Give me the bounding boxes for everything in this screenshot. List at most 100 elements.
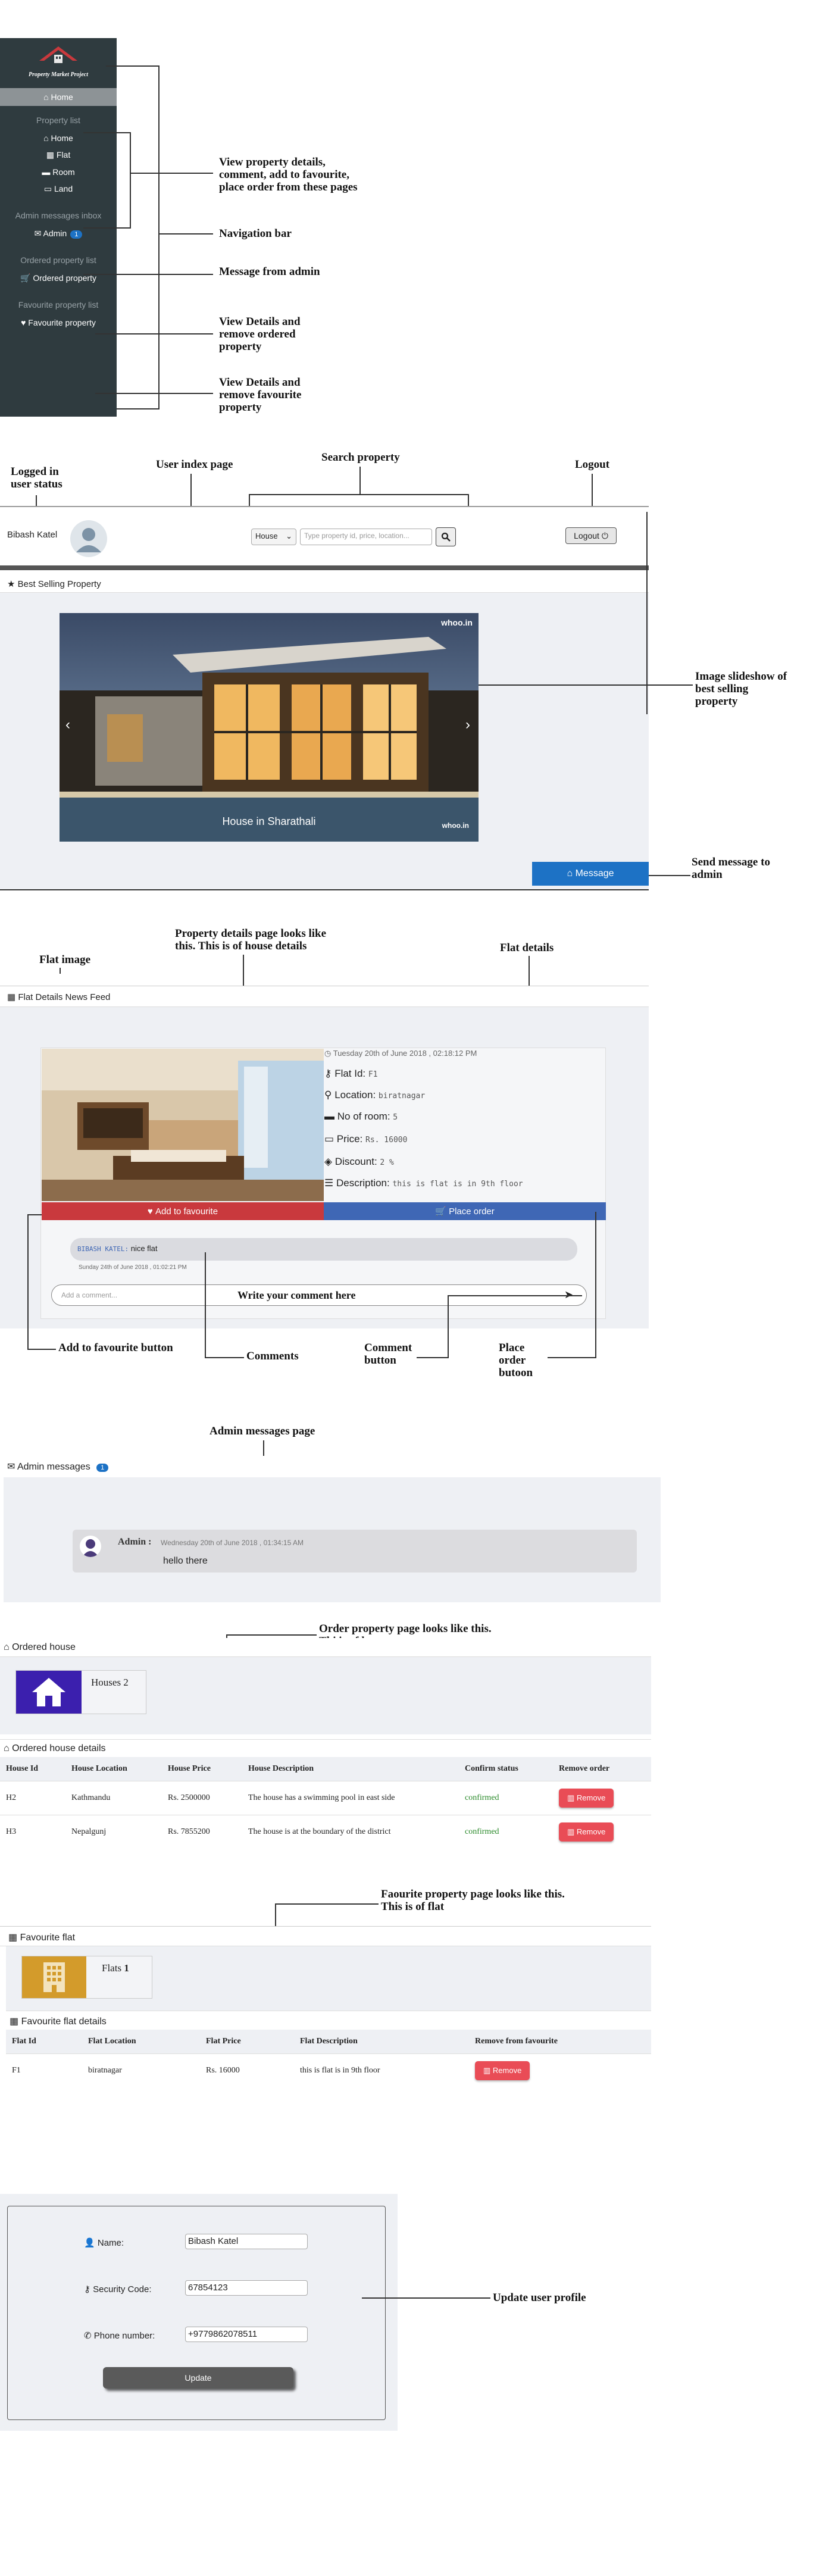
admin-avatar-icon [82, 1539, 99, 1557]
home-icon: ⌂ [567, 868, 576, 879]
sidebar-item-flat[interactable]: ▦ Flat [0, 146, 117, 164]
user-icon: 👤 [84, 2238, 98, 2248]
phone-label: ✆ Phone number: [84, 2331, 155, 2341]
chevron-left-icon[interactable]: ‹ [65, 717, 70, 733]
favourite-details-title: ▦ Favourite flat details [10, 2017, 107, 2027]
money-icon: ▭ [324, 1133, 337, 1145]
admin-messages-badge: 1 [96, 1464, 109, 1472]
remove-order-button[interactable]: ▥ Remove [559, 1789, 614, 1808]
message-sender: Admin : [118, 1537, 152, 1547]
sidebar-category-admin: Admin messages inbox [15, 211, 102, 220]
sidebar-item-home-top[interactable]: ⌂ Home [0, 88, 117, 106]
annotation-update-profile: Update user profile [493, 2291, 586, 2304]
building-icon: ▦ [7, 992, 18, 1002]
comment-text: nice flat [130, 1244, 158, 1253]
chevron-right-icon[interactable]: › [465, 717, 470, 733]
avatar[interactable] [70, 520, 107, 557]
flat-card-icon-box [22, 1956, 86, 1998]
heart-icon: ♥ [147, 1206, 155, 1217]
annotation-add-fav: Add to favourite button [58, 1342, 173, 1354]
ordered-details-header: ⌂ Ordered house details [0, 1739, 651, 1757]
house-logo-icon [39, 46, 77, 63]
sidebar-item-ordered[interactable]: 🛒 Ordered property [0, 270, 117, 287]
sidebar-item-favourite[interactable]: ♥ Favourite property [0, 314, 117, 331]
envelope-icon: ✉ [7, 1462, 17, 1472]
home-icon: ⌂ [43, 92, 51, 102]
flat-photo [42, 1049, 324, 1201]
message-count-badge: 1 [70, 230, 83, 239]
bed-icon: ▬ [324, 1111, 337, 1122]
annotation-flat-details: Flat details [500, 942, 554, 954]
property-slideshow[interactable]: whoo.in House in Sharathali whoo.in ‹ › [60, 613, 479, 842]
search-icon [441, 532, 451, 542]
col-confirm-status: Confirm status [465, 1764, 518, 1773]
watermark-logo: whoo.in [442, 821, 469, 830]
star-icon: ★ [7, 579, 18, 589]
living-room-photo [42, 1049, 324, 1201]
building-icon: ▦ [8, 1933, 20, 1943]
col-flat-price: Flat Price [206, 2037, 241, 2046]
annotation-logged-in: Logged in user status [11, 465, 62, 490]
annotation-comments: Comments [246, 1350, 299, 1362]
col-flat-location: Flat Location [88, 2037, 136, 2046]
flats-count-card[interactable]: Flats 1 [21, 1956, 152, 1999]
key-icon: ⚷ [84, 2284, 93, 2294]
home-icon: ⌂ [4, 1743, 12, 1753]
col-remove-favourite: Remove from favourite [475, 2037, 558, 2046]
house-icon [32, 1678, 65, 1706]
search-button[interactable] [436, 527, 456, 546]
building-icon: ▦ [46, 150, 57, 160]
property-type-select[interactable]: House ⌄ [251, 529, 296, 545]
home-icon: ⌂ [43, 133, 51, 143]
logout-button[interactable]: Logout ⏻ [565, 527, 617, 544]
power-icon: ⏻ [601, 530, 608, 540]
annotation-place-order: Place order butoon [499, 1342, 533, 1379]
brand-name: Property Market Project [29, 71, 88, 78]
phone-field[interactable]: +9779862078511 [185, 2327, 308, 2342]
col-remove-order: Remove order [559, 1764, 610, 1773]
favourite-details-header: ▦ Favourite flat details [6, 2011, 651, 2030]
description-row: ☰ Description: this is flat is in 9th fl… [324, 1177, 523, 1189]
add-to-favourite-button[interactable]: ♥ Add to favourite [42, 1202, 324, 1220]
houses-count-card[interactable]: Houses 2 [15, 1670, 146, 1714]
flat-id-row: ⚷ Flat Id: F1 [324, 1068, 378, 1079]
annotation-send-msg: Send message to admin [692, 856, 770, 881]
security-code-field[interactable]: 67854123 [185, 2280, 308, 2296]
remove-order-button[interactable]: ▥ Remove [559, 1822, 614, 1842]
annotation-nav-bar: Navigation bar [219, 227, 292, 240]
annotation-slideshow: Image slideshow of best selling property [695, 670, 787, 708]
col-house-price: House Price [168, 1764, 211, 1773]
annotation-search: Search property [321, 451, 400, 464]
user-avatar-icon [76, 528, 101, 552]
discount-row: ◈ Discount: 2 % [324, 1156, 394, 1167]
annotation-user-index: User index page [156, 458, 233, 471]
building-icon [43, 1962, 65, 1992]
trash-icon: ▥ [567, 1827, 577, 1836]
table-row: H2 Kathmandu Rs. 2500000 The house has a sw… [0, 1781, 651, 1815]
ordered-table: House Id House Location House Price Hous… [0, 1757, 651, 1849]
search-input[interactable]: Type property id, price, location... [300, 529, 432, 545]
phone-icon: ✆ [84, 2331, 94, 2341]
favourite-table: Flat Id Flat Location Flat Price Flat De… [6, 2030, 651, 2087]
place-order-button[interactable]: 🛒 Place order [324, 1202, 606, 1220]
update-button[interactable]: Update [103, 2367, 293, 2389]
price-row: ▭ Price: Rs. 16000 [324, 1133, 408, 1145]
sidebar-item-land[interactable]: ▭ Land [0, 180, 117, 198]
flat-details-title: ▦ Flat Details News Feed [7, 992, 111, 1002]
bed-icon: ▬ [42, 167, 53, 177]
brand-logo[interactable]: Property Market Project [0, 38, 117, 85]
annotation-fav-page: Faourite property page looks like this. … [381, 1888, 565, 1913]
sidebar-item-room[interactable]: ▬ Room [0, 164, 117, 180]
remove-favourite-button[interactable]: ▥ Remove [475, 2061, 530, 2080]
comment-date: Sunday 24th of June 2018 , 01:02:21 PM [79, 1264, 187, 1271]
best-selling-title: ★ Best Selling Property [7, 579, 101, 589]
building-icon: ▦ [10, 2017, 21, 2027]
security-code-label: ⚷ Security Code: [84, 2284, 152, 2294]
message-admin-button[interactable]: ⌂ Message [532, 862, 649, 886]
annotation-view-ordered: View Details and remove ordered property [219, 315, 301, 353]
sidebar-category-favourite: Favourite property list [18, 300, 99, 310]
home-icon: ⌂ [4, 1642, 12, 1652]
annotation-admin-page: Admin messages page [209, 1425, 315, 1437]
name-field[interactable]: Bibash Katel [185, 2234, 308, 2249]
status-badge: confirmed [465, 1793, 499, 1802]
